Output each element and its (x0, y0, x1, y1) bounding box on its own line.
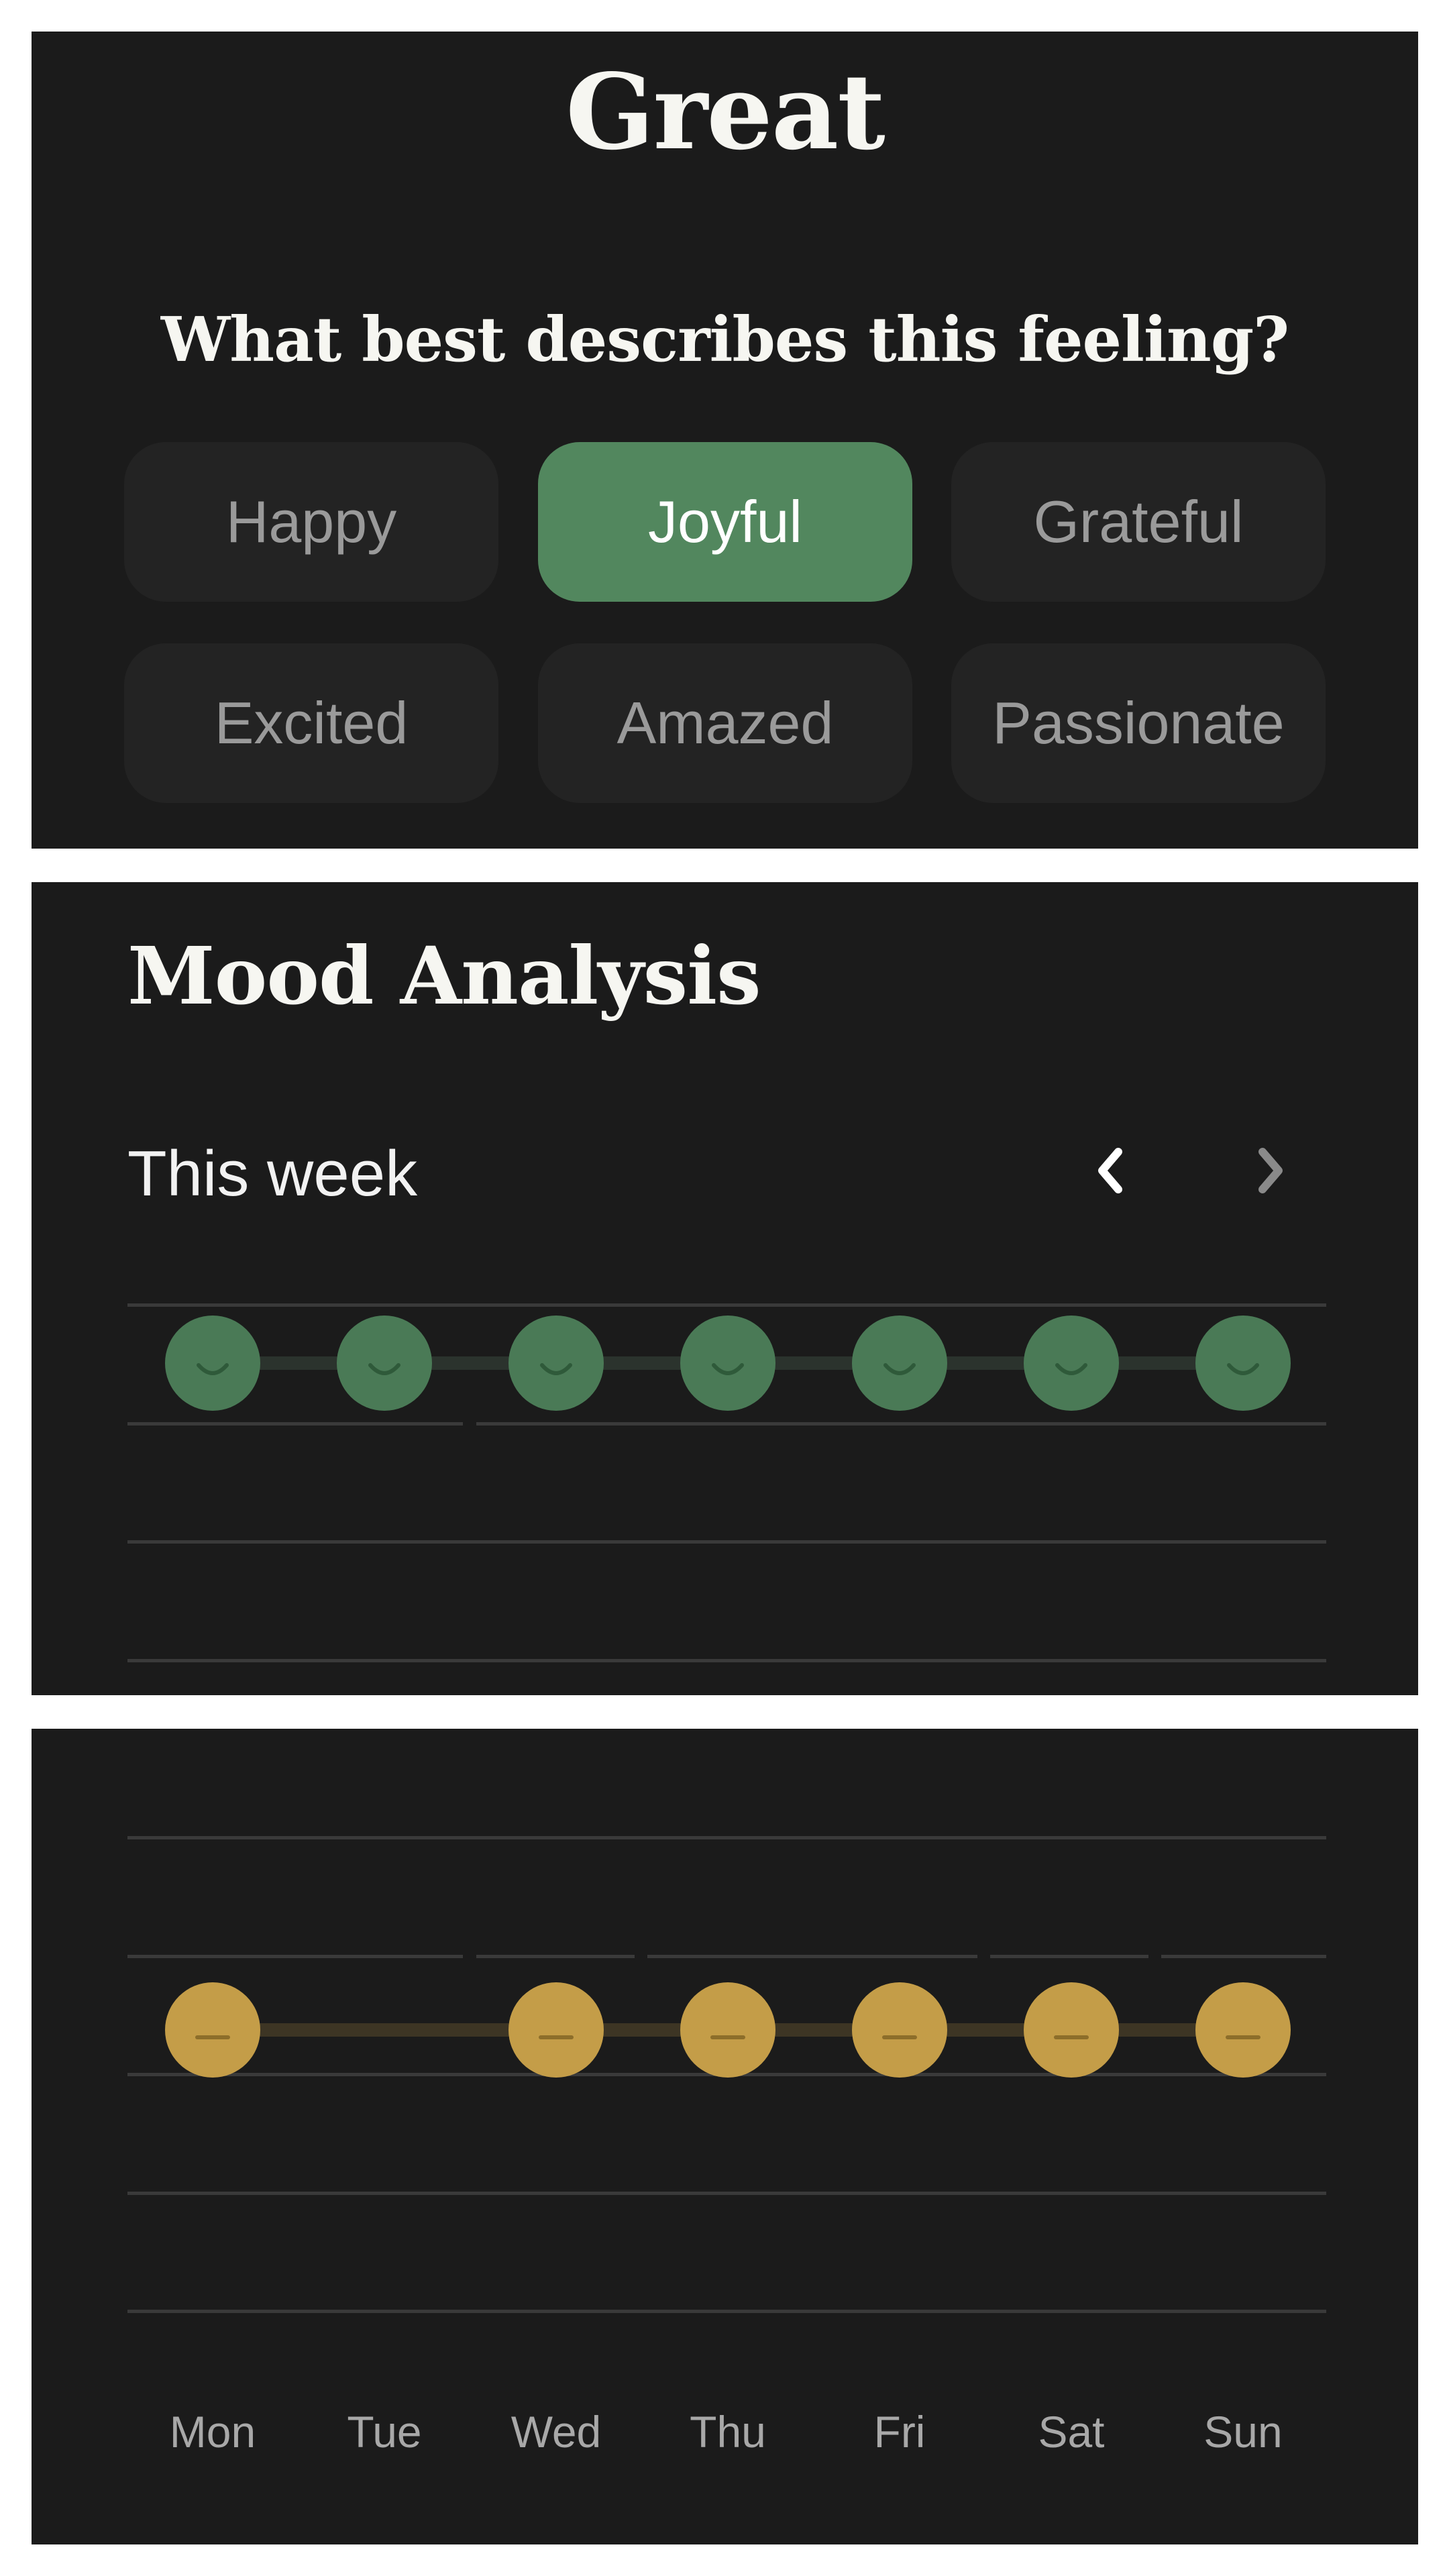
smile-face-icon[interactable] (165, 1316, 260, 1411)
mood-connector (1118, 2023, 1197, 2037)
feeling-card: Great What best describes this feeling? … (32, 32, 1418, 849)
mood-connector (259, 1356, 338, 1370)
mood-chart-card: Mon Tue Wed Thu Fri Sat Sun (32, 1729, 1418, 2544)
chart-gridline (990, 1955, 1148, 1958)
neutral-face-icon[interactable] (1024, 1982, 1119, 2078)
chevron-left-icon[interactable] (1078, 1137, 1145, 1204)
day-label-sun: Sun (1203, 2407, 1283, 2457)
chart-gridline (127, 2192, 1326, 2195)
mood-connector (602, 2023, 682, 2037)
chart-gridline (127, 1303, 1326, 1307)
neutral-face-icon[interactable] (1195, 1982, 1291, 2078)
mood-analysis-card: Mood Analysis This week (32, 882, 1418, 1695)
neutral-face-icon[interactable] (680, 1982, 775, 2078)
section-title: Mood Analysis (127, 929, 761, 1022)
mood-connector (602, 1356, 682, 1370)
chart-gridline (127, 2310, 1326, 2313)
smile-face-icon[interactable] (680, 1316, 775, 1411)
chip-excited[interactable]: Excited (124, 643, 498, 803)
chip-amazed[interactable]: Amazed (538, 643, 912, 803)
day-label-mon: Mon (169, 2407, 256, 2457)
neutral-face-icon[interactable] (852, 1982, 947, 2078)
mood-connector (946, 1356, 1025, 1370)
neutral-face-icon[interactable] (165, 1982, 260, 2078)
chart-gridline (127, 1422, 463, 1426)
mood-connector (946, 2023, 1025, 2037)
chip-joyful[interactable]: Joyful (538, 442, 912, 602)
chart-gridline (476, 1422, 1326, 1426)
chart-gridline (127, 1540, 1326, 1544)
chart-gridline (127, 1836, 1326, 1839)
smile-face-icon[interactable] (337, 1316, 432, 1411)
day-label-thu: Thu (690, 2407, 766, 2457)
day-label-tue: Tue (347, 2407, 422, 2457)
day-label-fri: Fri (873, 2407, 926, 2457)
smile-face-icon[interactable] (1195, 1316, 1291, 1411)
chip-happy[interactable]: Happy (124, 442, 498, 602)
week-range-label: This week (127, 1138, 418, 1210)
chart-gridline (476, 1955, 635, 1958)
chart-gridline (1161, 1955, 1326, 1958)
mood-connector (431, 1356, 510, 1370)
chip-grateful[interactable]: Grateful (951, 442, 1326, 602)
chevron-right-icon[interactable] (1236, 1137, 1303, 1204)
chip-passionate[interactable]: Passionate (951, 643, 1326, 803)
chart-gridline (647, 1955, 977, 1958)
smile-face-icon[interactable] (852, 1316, 947, 1411)
smile-face-icon[interactable] (1024, 1316, 1119, 1411)
chart-gridline (127, 1659, 1326, 1662)
day-label-wed: Wed (511, 2407, 602, 2457)
mood-connector (774, 1356, 853, 1370)
mood-connector (259, 2023, 510, 2037)
feeling-question: What best describes this feeling? (160, 303, 1289, 376)
chart-gridline (127, 1955, 463, 1958)
neutral-face-icon[interactable] (508, 1982, 604, 2078)
mood-connector (1118, 1356, 1197, 1370)
day-label-sat: Sat (1038, 2407, 1105, 2457)
mood-connector (774, 2023, 853, 2037)
smile-face-icon[interactable] (508, 1316, 604, 1411)
mood-title: Great (566, 50, 885, 173)
